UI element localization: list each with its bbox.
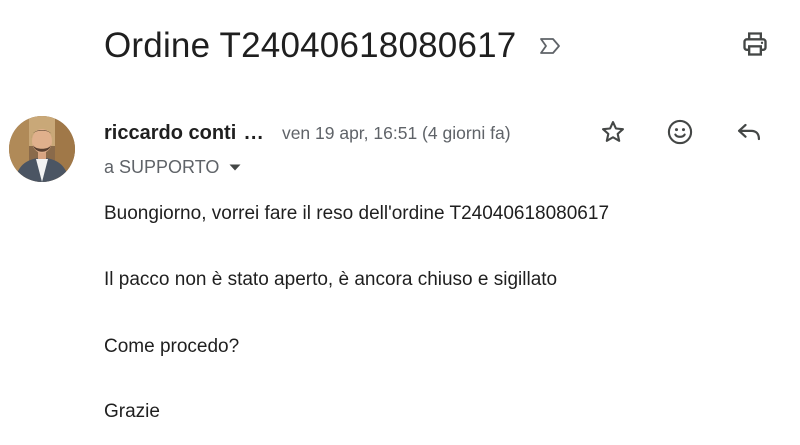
add-reaction-button[interactable] [663,117,697,151]
body-line: Il pacco non è stato aperto, è ancora ch… [104,269,558,290]
recipient-row[interactable]: a SUPPORTO [104,154,241,180]
sender-avatar[interactable] [9,116,75,182]
star-outline-icon [599,118,627,151]
caret-down-icon[interactable] [229,163,241,171]
sender-address-ellipsis: ... [244,121,264,144]
print-icon [741,30,769,63]
reply-button[interactable] [732,117,766,151]
sender-name[interactable]: riccardo conti [104,122,236,145]
sender-row: riccardo conti ... ven 19 apr, 16:51 (4 … [104,117,511,149]
emoji-reaction-icon [666,118,694,151]
email-date: ven 19 apr, 16:51 (4 giorni fa) [281,122,511,143]
email-view: Ordine T24040618080617 riccardo conti ..… [0,0,800,445]
body-line: Grazie [104,401,160,422]
body-line: Come procedo? [104,336,240,357]
label-outline-icon[interactable] [538,34,566,58]
recipient-label: a SUPPORTO [104,156,220,177]
star-button[interactable] [596,117,630,151]
print-button[interactable] [736,27,774,65]
body-line: Buongiorno, vorrei fare il reso dell'ord… [104,203,610,224]
email-subject: Ordine T24040618080617 [104,26,517,65]
reply-icon [735,118,763,151]
subject-row: Ordine T24040618080617 [104,22,770,70]
